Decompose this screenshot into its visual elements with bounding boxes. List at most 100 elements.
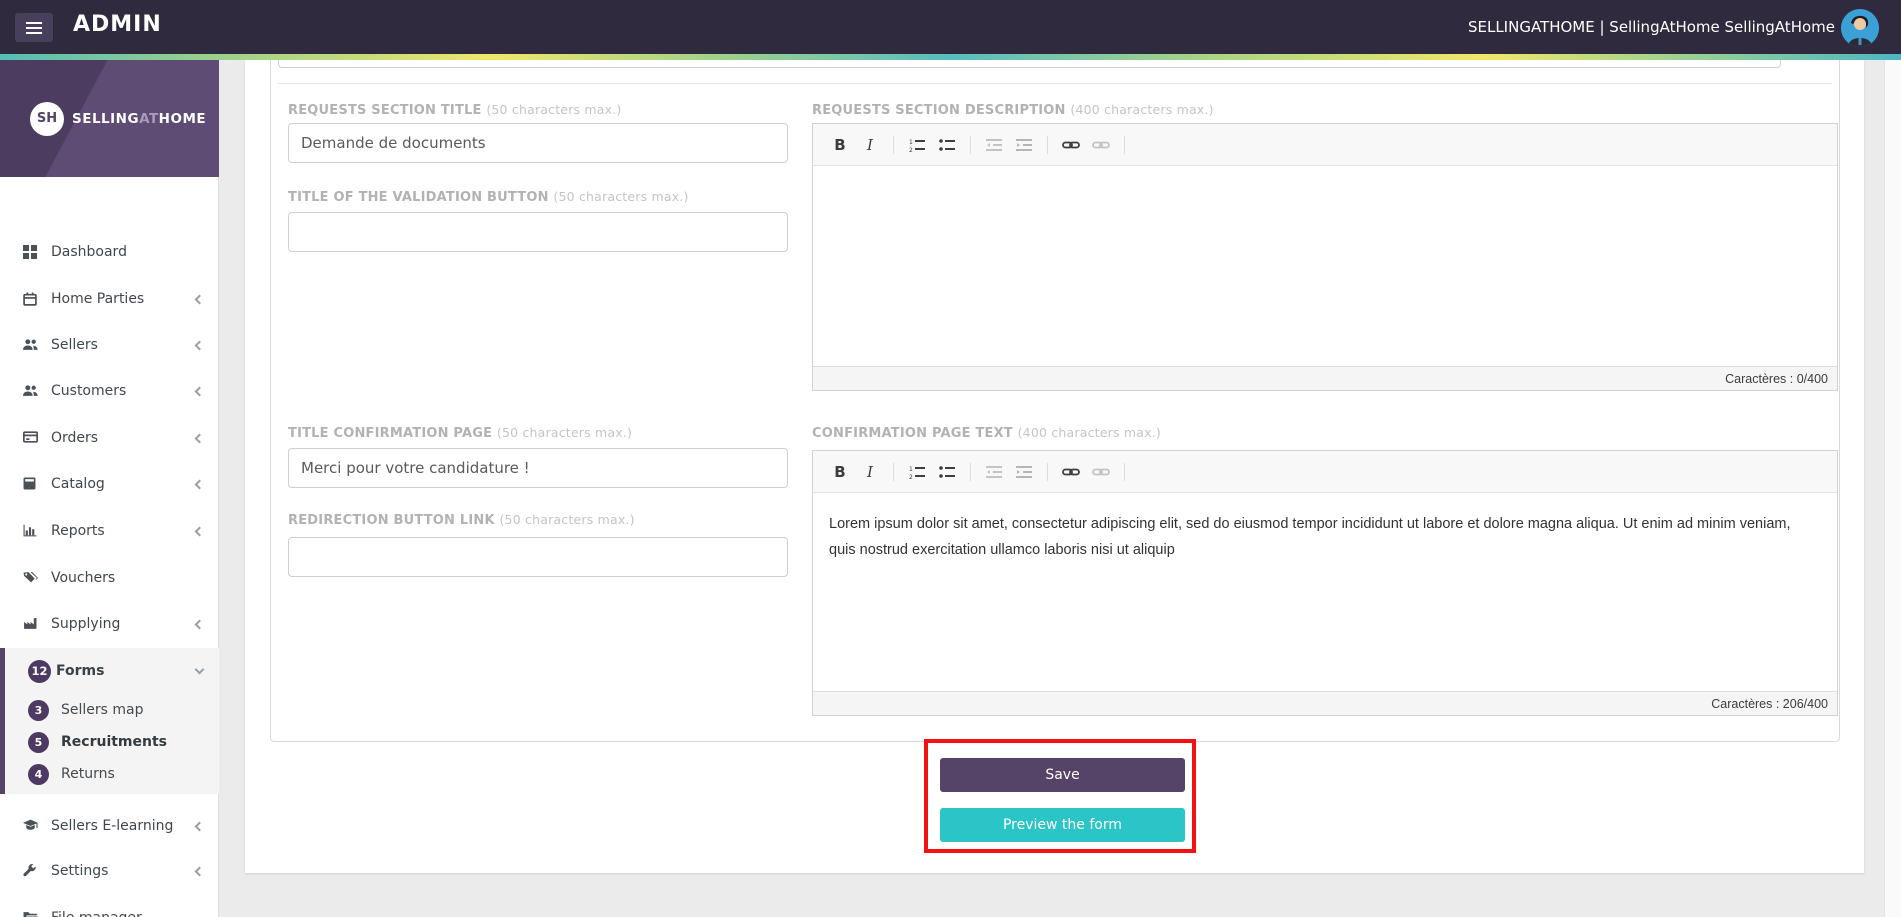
requests-description-label: REQUESTS SECTION DESCRIPTION (400 charac… <box>812 102 1214 118</box>
toolbar-separator <box>1124 135 1125 154</box>
section-divider <box>278 83 1832 84</box>
users-icon <box>23 384 38 398</box>
scrollbar[interactable] <box>1884 60 1901 917</box>
toolbar-separator <box>1047 135 1048 154</box>
wrench-icon <box>23 864 38 878</box>
toolbar-separator <box>893 462 894 481</box>
confirmation-title-label: TITLE CONFIRMATION PAGE (50 characters m… <box>288 425 633 441</box>
sidebar-item-label: Supplying <box>51 616 121 632</box>
requests-title-label: REQUESTS SECTION TITLE (50 characters ma… <box>288 102 622 118</box>
bullet-list-icon[interactable] <box>934 459 960 485</box>
sidebar-item-file-manager[interactable]: File manager <box>0 895 219 917</box>
svg-text:1: 1 <box>909 139 913 146</box>
users-icon <box>23 338 38 352</box>
catalog-icon <box>23 477 38 491</box>
sidebar-item-orders[interactable]: Orders <box>0 415 219 461</box>
outdent-icon[interactable] <box>981 132 1007 158</box>
validation-button-hint: (50 characters max.) <box>553 189 689 204</box>
recruitments-count-badge: 5 <box>28 731 49 753</box>
sidebar-item-sellers[interactable]: Sellers <box>0 322 219 368</box>
redirection-link-input[interactable] <box>288 537 788 577</box>
chevron-left-icon <box>194 294 205 304</box>
validation-button-input[interactable] <box>288 212 788 252</box>
hamburger-menu-icon[interactable] <box>15 13 53 42</box>
sidebar-logo-text: SELLINGATHOME <box>72 110 207 127</box>
sidebar-group-forms: 12 Forms 3 Sellers map 5 Recruitments 4 … <box>0 648 219 794</box>
sidebar-item-forms[interactable]: 12 Forms <box>5 648 219 694</box>
sidebar-item-label: Recruitments <box>61 734 168 750</box>
ordered-list-icon[interactable]: 12 <box>904 459 930 485</box>
forms-count-badge: 12 <box>28 659 51 683</box>
sidebar-item-vouchers[interactable]: Vouchers <box>0 555 219 601</box>
clipped-input-above[interactable] <box>278 60 1781 68</box>
chevron-left-icon <box>194 340 205 350</box>
bullet-list-icon[interactable] <box>934 132 960 158</box>
save-button[interactable]: Save <box>940 758 1185 792</box>
requests-description-textarea[interactable] <box>813 166 1837 366</box>
sidebar-item-reports[interactable]: Reports <box>0 508 219 554</box>
confirmation-title-input[interactable] <box>288 448 788 488</box>
sidebar-item-label: Customers <box>51 383 127 399</box>
graduation-cap-icon <box>23 819 38 833</box>
toolbar-separator <box>893 135 894 154</box>
chevron-left-icon <box>194 433 205 443</box>
sidebar-item-label: Dashboard <box>51 244 127 260</box>
bold-icon[interactable]: B <box>827 459 853 485</box>
sidebar-logo: SH SELLINGATHOME <box>0 60 219 177</box>
italic-icon[interactable]: I <box>857 132 883 158</box>
unlink-icon[interactable] <box>1088 132 1114 158</box>
requests-description-editor: B I 12 Caractères: 0/400 <box>812 123 1838 391</box>
chevron-left-icon <box>194 386 205 396</box>
italic-icon[interactable]: I <box>857 459 883 485</box>
sidebar-item-sellers-map[interactable]: 3 Sellers map <box>5 694 219 726</box>
toolbar-separator <box>1047 462 1048 481</box>
sidebar-item-label: Forms <box>56 663 105 679</box>
confirmation-text-textarea[interactable]: Lorem ipsum dolor sit amet, consectetur … <box>813 493 1837 691</box>
editor-toolbar: B I 12 <box>813 451 1837 493</box>
sidebar-item-label: File manager <box>51 910 142 917</box>
sidebar-item-recruitments[interactable]: 5 Recruitments <box>5 726 219 758</box>
folder-icon <box>23 911 38 917</box>
user-menu[interactable]: SELLINGATHOME | SellingAtHome SellingAtH… <box>1468 0 1835 54</box>
credit-card-icon <box>23 431 38 445</box>
svg-text:2: 2 <box>909 474 913 479</box>
sidebar-item-supplying[interactable]: Supplying <box>0 601 219 647</box>
sidebar-item-label: Settings <box>51 863 109 879</box>
sidebar-item-dashboard[interactable]: Dashboard <box>0 229 219 275</box>
requests-description-counter: Caractères : 0/400 <box>813 366 1837 390</box>
preview-form-button[interactable]: Preview the form <box>940 808 1185 842</box>
requests-title-input[interactable] <box>288 123 788 163</box>
sidebar-item-label: Returns <box>61 766 115 782</box>
chevron-left-icon <box>194 479 205 489</box>
sidebar-item-label: Orders <box>51 430 99 446</box>
sidebar-item-label: Home Parties <box>51 291 145 307</box>
chevron-left-icon <box>194 619 205 629</box>
confirmation-title-hint: (50 characters max.) <box>496 425 633 440</box>
confirmation-text-label: CONFIRMATION PAGE TEXT (400 characters m… <box>812 425 1161 441</box>
sidebar-item-label: Catalog <box>51 476 105 492</box>
validation-button-label: TITLE OF THE VALIDATION BUTTON (50 chara… <box>288 189 689 205</box>
ordered-list-icon[interactable]: 12 <box>904 132 930 158</box>
bold-icon[interactable]: B <box>827 132 853 158</box>
sidebar-item-sellers-elearning[interactable]: Sellers E-learning <box>0 803 219 849</box>
indent-icon[interactable] <box>1011 459 1037 485</box>
sidebar-item-catalog[interactable]: Catalog <box>0 461 219 507</box>
sidebar-item-label: Reports <box>51 523 105 539</box>
link-icon[interactable] <box>1058 132 1084 158</box>
toolbar-separator <box>970 462 971 481</box>
chevron-down-icon <box>194 664 205 675</box>
sidebar-item-customers[interactable]: Customers <box>0 368 219 414</box>
requests-description-hint: (400 characters max.) <box>1070 102 1214 117</box>
unlink-icon[interactable] <box>1088 459 1114 485</box>
requests-title-hint: (50 characters max.) <box>486 102 622 117</box>
link-icon[interactable] <box>1058 459 1084 485</box>
user-avatar[interactable] <box>1841 9 1879 47</box>
sidebar-item-settings[interactable]: Settings <box>0 848 219 894</box>
sidebar-item-home-parties[interactable]: Home Parties <box>0 276 219 322</box>
outdent-icon[interactable] <box>981 459 1007 485</box>
accent-gradient-bar <box>0 54 1901 60</box>
admin-page: REQUESTS SECTION TITLE (50 characters ma… <box>0 0 1901 917</box>
indent-icon[interactable] <box>1011 132 1037 158</box>
sidebar-item-returns[interactable]: 4 Returns <box>5 758 219 790</box>
editor-toolbar: B I 12 <box>813 124 1837 166</box>
